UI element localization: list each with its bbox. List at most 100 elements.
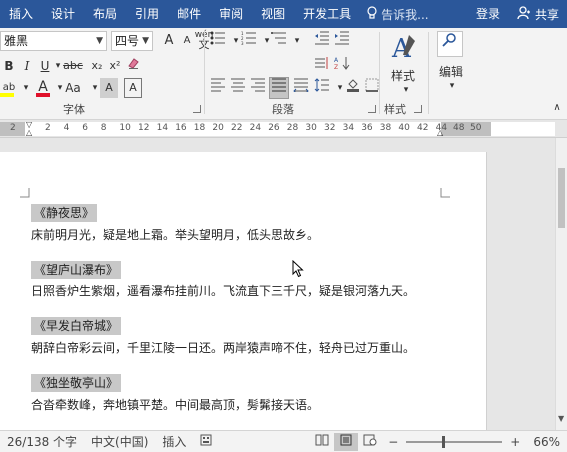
svg-text:Z: Z [334, 64, 338, 70]
paragraph-dialog-launcher[interactable] [368, 105, 376, 113]
zoom-out-button[interactable]: − [382, 435, 400, 449]
decrease-indent-button[interactable] [313, 31, 331, 51]
ruler-number: 30 [305, 123, 317, 133]
tab-design[interactable]: 设计 [42, 0, 84, 28]
insert-mode[interactable]: 插入 [155, 433, 193, 450]
poem-body: 床前明月光，疑是地上霜。举头望明月，低头思故乡。 [31, 228, 320, 242]
tab-developer[interactable]: 开发工具 [294, 0, 360, 28]
chevron-down-icon: ▾ [449, 81, 455, 91]
ruler-number: 2 [10, 123, 16, 133]
tab-layout[interactable]: 布局 [84, 0, 126, 28]
ruler-number: 40 [398, 123, 410, 133]
zoom-level[interactable]: 66% [526, 435, 567, 449]
language-indicator[interactable]: 中文(中国) [84, 433, 155, 450]
shading-button[interactable] [344, 78, 362, 98]
editing-dropdown[interactable]: ▾ [443, 76, 461, 96]
poem-title: 《早发白帝城》 [31, 317, 122, 335]
chevron-down-icon[interactable]: ▼ [142, 32, 149, 50]
tab-insert[interactable]: 插入 [0, 0, 42, 28]
tab-view[interactable]: 视图 [252, 0, 294, 28]
superscript-button[interactable]: x² [106, 56, 124, 76]
chevron-down-icon: ▾ [233, 36, 239, 46]
chevron-down-icon[interactable]: ▼ [96, 32, 103, 50]
align-left-button[interactable] [209, 78, 227, 98]
ruler-number: 42 [417, 123, 429, 133]
sort-button[interactable]: AZ [333, 56, 351, 76]
poem-title: 《望庐山瀑布》 [31, 261, 122, 279]
increase-indent-icon [334, 31, 350, 48]
grow-font-button[interactable]: A [160, 31, 178, 51]
ruler-number: 50 [470, 123, 482, 133]
macro-record-icon[interactable] [193, 434, 219, 449]
login-link[interactable]: 登录 [467, 0, 509, 28]
font-dialog-launcher[interactable] [193, 105, 201, 113]
strikethrough-button[interactable]: abc [60, 56, 86, 76]
ruler-number: 6 [82, 123, 88, 133]
font-size-combo[interactable]: 四号 ▼ [111, 31, 153, 51]
font-color-button[interactable]: A [34, 77, 52, 97]
chinese-layout-button[interactable] [313, 56, 331, 76]
font-color-swatch [36, 93, 50, 97]
align-center-button[interactable] [229, 78, 247, 98]
scroll-down-arrow[interactable]: ▼ [558, 414, 564, 423]
styles-gallery-button[interactable]: A [387, 31, 421, 71]
ribbon-tab-bar: 插入 设计 布局 引用 邮件 审阅 视图 开发工具 告诉我... 登录 共享 [0, 0, 567, 28]
tab-references[interactable]: 引用 [126, 0, 168, 28]
share-button[interactable]: 共享 [509, 5, 567, 23]
globe-page-icon [363, 434, 377, 449]
document-page[interactable]: 《静夜思》 床前明月光，疑是地上霜。举头望明月，低头思故乡。 《望庐山瀑布》 日… [0, 152, 487, 442]
multilevel-list-button[interactable] [270, 31, 288, 51]
numbering-button[interactable]: 123 [240, 31, 258, 51]
chinese-layout-icon [314, 57, 330, 73]
font-name-value: 雅黑 [4, 34, 29, 48]
right-indent-marker[interactable]: △ [437, 128, 443, 137]
bold-button[interactable]: B [0, 56, 18, 76]
web-layout-button[interactable] [358, 433, 382, 451]
zoom-slider[interactable] [406, 435, 503, 448]
hanging-indent-marker[interactable]: △ [26, 128, 32, 137]
read-mode-button[interactable] [310, 433, 334, 451]
tab-mailings[interactable]: 邮件 [168, 0, 210, 28]
character-shading-button[interactable]: A [100, 78, 118, 98]
chevron-down-icon: ▾ [92, 83, 98, 93]
collapse-ribbon-button[interactable]: ∧ [548, 98, 566, 118]
vertical-scrollbar[interactable]: ▼ [555, 138, 567, 430]
zoom-in-button[interactable]: + [508, 435, 526, 449]
word-count[interactable]: 26/138 个字 [0, 433, 84, 450]
editing-button[interactable] [437, 31, 463, 57]
zoom-slider-thumb[interactable] [442, 435, 446, 448]
justify-button[interactable] [269, 77, 289, 99]
character-shading-icon: A [105, 81, 113, 94]
highlight-dropdown[interactable]: ▾ [17, 78, 35, 98]
line-spacing-button[interactable] [313, 78, 331, 98]
svg-text:A: A [334, 57, 339, 64]
subscript-button[interactable]: x₂ [88, 56, 106, 76]
ruler-number: 48 [453, 123, 465, 133]
highlight-button[interactable]: ab [0, 78, 18, 98]
print-layout-button[interactable] [334, 432, 359, 451]
change-case-button[interactable]: Aa [62, 78, 84, 98]
person-icon [517, 5, 531, 23]
ruler-number: 20 [212, 123, 224, 133]
share-label: 共享 [534, 7, 559, 22]
horizontal-ruler[interactable]: 2 2 4 6 8 10 12 14 16 18 20 22 24 26 28 30 32 34 36 38 40 42… [0, 120, 567, 138]
paragraph-group-label: 段落 [272, 103, 294, 116]
enclose-characters-button[interactable]: A [124, 78, 142, 98]
ruler-number: 22 [231, 123, 243, 133]
tab-review[interactable]: 审阅 [210, 0, 252, 28]
clear-formatting-button[interactable] [124, 56, 142, 76]
scrollbar-thumb[interactable] [558, 168, 565, 228]
bullets-button[interactable] [209, 31, 227, 51]
increase-indent-button[interactable] [333, 31, 351, 51]
italic-button[interactable]: I [18, 56, 36, 76]
distributed-icon [293, 78, 309, 95]
styles-dropdown[interactable]: ▾ [397, 80, 415, 100]
distributed-button[interactable] [292, 78, 310, 98]
font-name-combo[interactable]: 雅黑 ▼ [0, 31, 107, 51]
styles-dialog-launcher[interactable] [414, 105, 422, 113]
multilevel-dropdown[interactable]: ▾ [288, 31, 306, 51]
tell-me-box[interactable]: 告诉我... [360, 5, 434, 23]
ruler-number: 36 [361, 123, 373, 133]
chevron-down-icon: ▾ [403, 85, 409, 95]
align-right-button[interactable] [249, 78, 267, 98]
